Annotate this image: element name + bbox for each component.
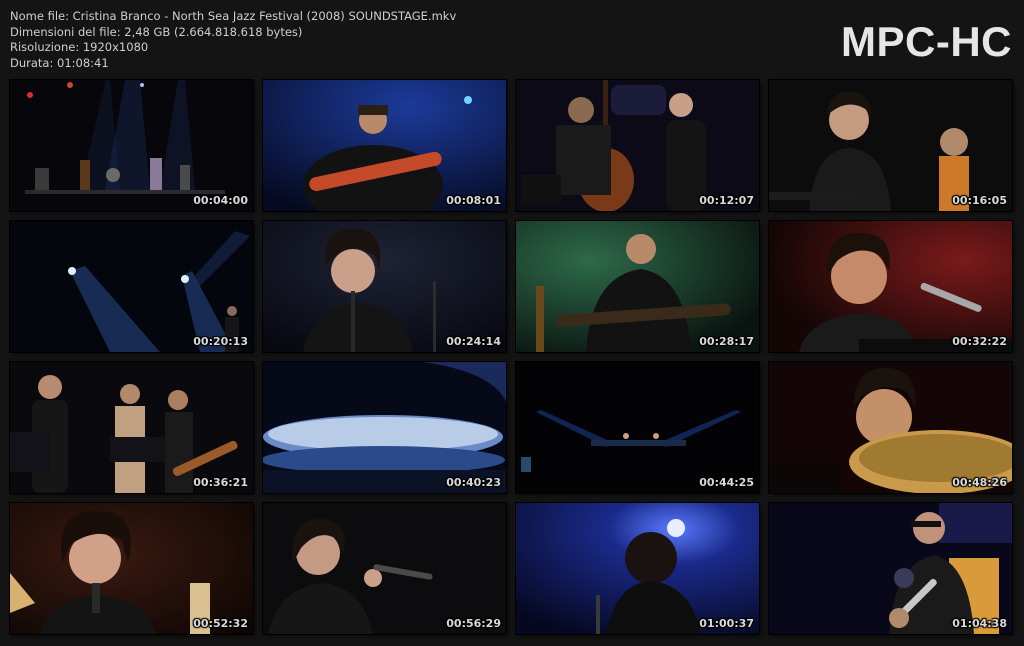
- thumbnail-15[interactable]: 01:00:37: [516, 503, 759, 634]
- thumbnail-timestamp: 00:52:32: [193, 617, 248, 630]
- thumbnail-14[interactable]: 00:56:29: [263, 503, 506, 634]
- thumbnail-timestamp: 00:40:23: [446, 476, 501, 489]
- thumbnail-timestamp: 00:04:00: [193, 194, 248, 207]
- thumbnail-5[interactable]: 00:20:13: [10, 221, 253, 352]
- wide-stage-scene-image: [516, 362, 759, 493]
- trumpet-scene-image: [769, 503, 1012, 634]
- stage-scene-image: [10, 80, 253, 211]
- thumbnail-11[interactable]: 00:44:25: [516, 362, 759, 493]
- thumbnail-4[interactable]: 00:16:05: [769, 80, 1012, 211]
- thumbnail-timestamp: 00:44:25: [699, 476, 754, 489]
- thumbnail-9[interactable]: 00:36:21: [10, 362, 253, 493]
- thumbnail-timestamp: 00:56:29: [446, 617, 501, 630]
- thumbnail-timestamp: 01:00:37: [699, 617, 754, 630]
- drummer-scene-image: [769, 362, 1012, 493]
- thumbnail-8[interactable]: 00:32:22: [769, 221, 1012, 352]
- guitarist-scene-image: [263, 80, 506, 211]
- thumbnail-1[interactable]: 00:04:00: [10, 80, 253, 211]
- bassist-scene-image: [516, 80, 759, 211]
- singer-scene-image: [769, 80, 1012, 211]
- thumbnail-grid: 00:04:00 00:08:01 00:12:07 00:16:05 00:2…: [0, 0, 1024, 646]
- thumbnail-12[interactable]: 00:48:26: [769, 362, 1012, 493]
- singer-eyes-closed-scene-image: [263, 503, 506, 634]
- singer-backlit-scene-image: [516, 503, 759, 634]
- cymbal-scene-image: [263, 362, 506, 493]
- thumbnail-16[interactable]: 01:04:38: [769, 503, 1012, 634]
- thumbnail-10[interactable]: 00:40:23: [263, 362, 506, 493]
- band-scene-image: [10, 362, 253, 493]
- thumbnail-timestamp: 00:28:17: [699, 335, 754, 348]
- thumbnail-timestamp: 00:08:01: [446, 194, 501, 207]
- thumbnail-timestamp: 00:20:13: [193, 335, 248, 348]
- thumbnail-timestamp: 00:32:22: [952, 335, 1007, 348]
- pianist-scene-image: [769, 221, 1012, 352]
- thumbnail-7[interactable]: 00:28:17: [516, 221, 759, 352]
- thumbnail-timestamp: 00:36:21: [193, 476, 248, 489]
- thumbnail-timestamp: 01:04:38: [952, 617, 1007, 630]
- thumbnail-timestamp: 00:48:26: [952, 476, 1007, 489]
- thumbnail-13[interactable]: 00:52:32: [10, 503, 253, 634]
- thumbnail-2[interactable]: 00:08:01: [263, 80, 506, 211]
- thumbnail-6[interactable]: 00:24:14: [263, 221, 506, 352]
- singer-hand-scene-image: [263, 221, 506, 352]
- guitarist-green-scene-image: [516, 221, 759, 352]
- thumbnail-timestamp: 00:16:05: [952, 194, 1007, 207]
- singer-mic-scene-image: [10, 503, 253, 634]
- thumbnail-3[interactable]: 00:12:07: [516, 80, 759, 211]
- thumbnail-timestamp: 00:12:07: [699, 194, 754, 207]
- thumbnail-timestamp: 00:24:14: [446, 335, 501, 348]
- spotlights-scene-image: [10, 221, 253, 352]
